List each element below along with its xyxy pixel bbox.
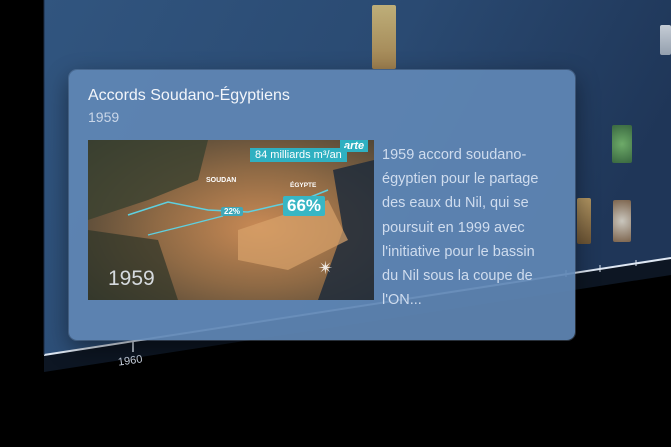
map-flow-badge: 84 milliards m³/an — [250, 148, 347, 162]
map-share-sudan: 22% — [221, 207, 244, 216]
map-label-sudan: SOUDAN — [206, 177, 237, 184]
event-detail-card[interactable]: Accords Soudano-Égyptiens 1959 1959 acco… — [69, 70, 575, 340]
background-thumbnail-image[interactable] — [577, 198, 591, 244]
map-share-egypt: 66% — [283, 196, 326, 216]
compass-icon: ✴ — [318, 258, 334, 278]
background-thumbnail-image[interactable] — [613, 200, 631, 242]
event-description: 1959 accord soudano-égyptien pour le par… — [382, 147, 539, 309]
event-date: 1959 — [88, 109, 120, 125]
background-thumbnail-image[interactable] — [612, 125, 632, 163]
background-thumbnail-image[interactable] — [372, 5, 396, 69]
map-label-egypt: ÉGYPTE — [290, 182, 317, 189]
event-media-thumbnail[interactable]: arte 84 milliards m³/an SOUDAN ÉGYPTE 22… — [88, 140, 374, 300]
map-year-label: 1959 — [108, 267, 155, 290]
event-title: Accords Soudano-Égyptiens — [88, 87, 290, 104]
background-thumbnail-image[interactable] — [660, 25, 671, 55]
